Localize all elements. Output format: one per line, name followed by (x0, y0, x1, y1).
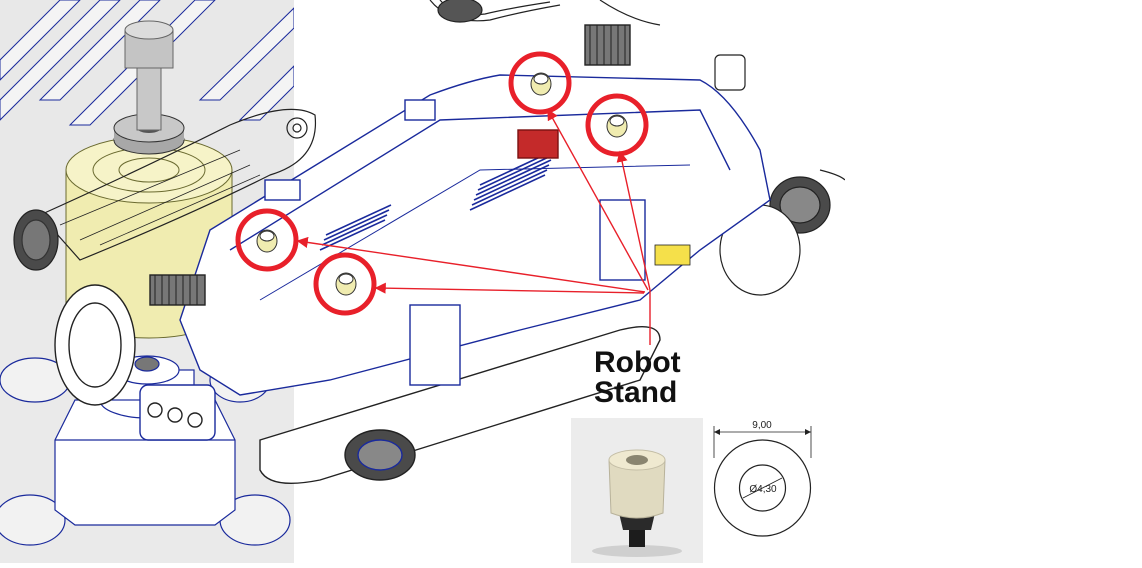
outer-width-dimension: 9,00 (752, 420, 772, 431)
top-legs (429, 0, 661, 26)
stand-mid-center-marker (335, 272, 357, 296)
panel-divider (845, 0, 848, 563)
robot-stand-label-line2: Stand (594, 376, 678, 409)
stand-photo-image (571, 418, 703, 563)
dimension-sketch: 9,00 Ø4,30 (713, 420, 812, 537)
chassis-body (54, 24, 771, 485)
stand-top-right-marker (606, 114, 628, 138)
stand-photo (571, 418, 703, 563)
robot-stand-label: Robot Stand (594, 348, 714, 408)
robot-stand-label-line1: Robot (594, 346, 681, 379)
stand-mid-left-marker (256, 229, 278, 253)
stand-top-left-marker (530, 72, 552, 96)
inner-diameter-dimension: Ø4,30 (749, 484, 777, 495)
stand-dimension-drawing: 9,00 Ø4,30 (708, 418, 836, 563)
